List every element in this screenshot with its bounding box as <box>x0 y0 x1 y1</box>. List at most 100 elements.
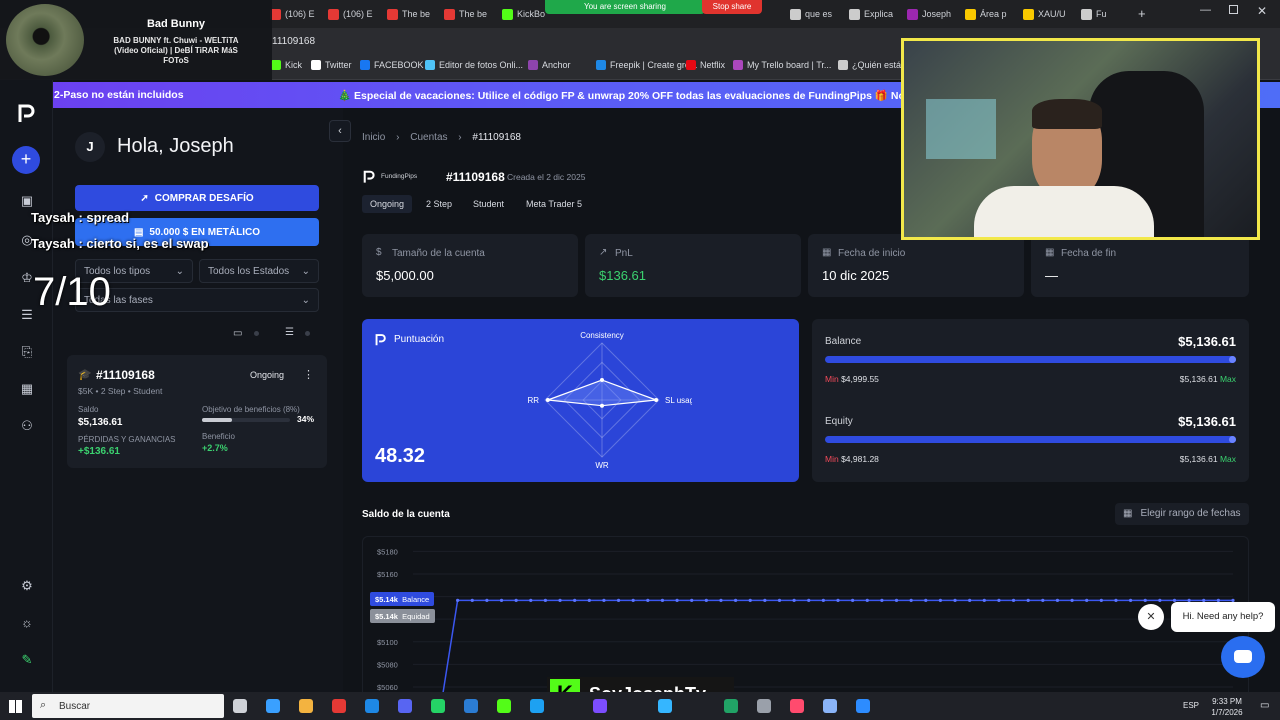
bookmark-item[interactable]: FACEBOOK <box>360 60 424 70</box>
state-filter-select[interactable]: Todos los Estados ⌄ <box>199 259 319 283</box>
tab-favicon-icon <box>328 8 339 20</box>
new-tab-button[interactable]: + <box>1138 6 1146 21</box>
browser-tab[interactable]: que es <box>790 4 846 24</box>
tab-favicon-icon <box>1023 8 1034 20</box>
browser-tab[interactable]: Joseph <box>907 4 963 24</box>
browser-tab[interactable]: Área p <box>965 4 1021 24</box>
balance-data-point <box>675 598 679 603</box>
chat-launcher-button[interactable] <box>1221 636 1265 678</box>
more-icon[interactable]: ⋮ <box>303 368 314 381</box>
radar-axis-label: Consistency <box>580 331 624 340</box>
taskbar-app-icon[interactable] <box>658 699 672 713</box>
theme-icon[interactable]: ☼ <box>19 615 35 631</box>
bookmark-item[interactable]: Kick <box>271 60 302 70</box>
bookmark-item[interactable]: My Trello board | Tr... <box>733 60 831 70</box>
breadcrumb-home[interactable]: Inicio <box>362 132 385 143</box>
tab-label: (106) E <box>343 9 373 19</box>
breadcrumb: Inicio › Cuentas › #11109168 <box>362 132 521 143</box>
breadcrumb-accounts[interactable]: Cuentas <box>410 132 447 143</box>
balance-data-point <box>529 598 533 603</box>
tab-label: KickBo <box>517 9 546 19</box>
balance-data-point <box>953 598 957 603</box>
bookmark-label: Freepik | Create gre... <box>610 60 698 70</box>
taskbar-app-icon[interactable] <box>757 699 771 713</box>
briefcase-icon[interactable]: ▣ <box>19 193 35 209</box>
browser-tab[interactable]: XAU/U <box>1023 4 1079 24</box>
bookmark-item[interactable]: Netflix <box>686 60 725 70</box>
help-bubble[interactable]: Hi. Need any help? <box>1171 602 1275 632</box>
list-view-icon[interactable]: ☰ <box>285 327 294 338</box>
screen-share-banner: You are screen sharing <box>545 0 705 14</box>
help-close-button[interactable]: ✕ <box>1138 604 1164 630</box>
balance-data-point <box>602 598 606 603</box>
add-icon[interactable]: + <box>12 146 40 174</box>
stop-share-button[interactable]: Stop share <box>702 0 762 14</box>
stat-card-size: $ Tamaño de la cuenta $5,000.00 <box>362 234 578 297</box>
browser-tab[interactable]: (106) E <box>270 4 326 24</box>
browser-tab[interactable]: Explica <box>849 4 905 24</box>
balance-data-point <box>719 598 723 603</box>
score-logo-icon <box>374 332 388 352</box>
archive-icon[interactable]: ▭ <box>233 328 242 339</box>
tab-favicon-icon <box>790 8 801 20</box>
bookmark-item[interactable]: Freepik | Create gre... <box>596 60 697 70</box>
tag-step: 2 Step <box>426 199 453 209</box>
balance-data-point <box>880 598 884 603</box>
taskbar-app-icon[interactable] <box>332 699 346 713</box>
taskbar-app-icon[interactable] <box>464 699 478 713</box>
balance-value: $5,136.61 <box>78 417 123 428</box>
taskbar-search[interactable]: ⌕ Buscar <box>32 694 224 718</box>
browser-tab[interactable]: The be <box>444 4 500 24</box>
taskbar-app-icon[interactable] <box>365 699 379 713</box>
taskbar-app-icon[interactable] <box>431 699 445 713</box>
taskbar-app-icon[interactable] <box>530 699 544 713</box>
taskbar-app-icon[interactable] <box>299 699 313 713</box>
bookmark-label: Kick <box>285 60 303 70</box>
users-icon[interactable]: ⚇ <box>19 418 35 434</box>
buy-challenge-button[interactable]: ➚ COMPRAR DESAFÍO <box>75 185 319 211</box>
maximize-icon[interactable] <box>1229 5 1238 14</box>
bookmark-item[interactable]: Anchor <box>528 60 571 70</box>
album-art <box>6 4 84 76</box>
browser-tab[interactable]: (106) E <box>328 4 384 24</box>
tab-label: Fu <box>1096 9 1107 19</box>
clock[interactable]: 9:33 PM 1/7/2026 <box>1205 696 1249 718</box>
settings-icon[interactable]: ⚙ <box>19 578 35 594</box>
taskbar-app-icon[interactable] <box>823 699 837 713</box>
close-window-icon[interactable]: ✕ <box>1257 4 1267 18</box>
balance-data-point <box>851 598 855 603</box>
phase-filter-select[interactable]: Todas las fases ⌄ <box>75 288 319 312</box>
chat-icon <box>1234 650 1252 663</box>
logo-icon[interactable] <box>16 102 38 129</box>
notification-icon[interactable]: ▭ <box>1260 700 1269 711</box>
chart-y-tick: $5100 <box>377 638 398 647</box>
browser-tab[interactable]: The be <box>387 4 443 24</box>
edit-icon[interactable]: ✎ <box>19 652 35 668</box>
trend-up-icon: ↗ <box>599 247 608 258</box>
collapse-sidebar-button[interactable]: ‹ <box>329 120 351 142</box>
windows-start-icon[interactable] <box>9 700 22 713</box>
taskbar-app-icon[interactable] <box>724 699 738 713</box>
taskbar-app-icon[interactable] <box>497 699 511 713</box>
bookmark-item[interactable]: Twitter <box>311 60 352 70</box>
stat-value: $5,000.00 <box>376 268 434 283</box>
taskbar-app-icon[interactable] <box>593 699 607 713</box>
calendar-icon[interactable]: ▦ <box>19 381 35 397</box>
date-range-button[interactable]: ▦ Elegir rango de fechas <box>1115 503 1249 525</box>
browser-tab[interactable]: Fu <box>1081 4 1137 24</box>
taskbar-app-icon[interactable] <box>266 699 280 713</box>
payout-icon[interactable]: ⎘ <box>19 344 35 360</box>
radar-axis-label: WR <box>595 461 609 470</box>
account-card[interactable]: 🎓 #11109168 Ongoing ⋮ $5K • 2 Step • Stu… <box>67 355 327 468</box>
taskbar-app-icon[interactable] <box>233 699 247 713</box>
profit-label: Beneficio <box>202 432 235 441</box>
minimize-icon[interactable]: — <box>1200 4 1211 16</box>
taskbar-app-icon[interactable] <box>856 699 870 713</box>
language-indicator[interactable]: ESP <box>1183 701 1199 710</box>
taskbar-app-icon[interactable] <box>398 699 412 713</box>
bookmark-item[interactable]: Editor de fotos Onli... <box>425 60 523 70</box>
url-field[interactable]: 11109168 <box>272 36 315 47</box>
tab-favicon-icon <box>907 8 918 20</box>
taskbar-app-icon[interactable] <box>790 699 804 713</box>
tab-label: que es <box>805 9 833 19</box>
